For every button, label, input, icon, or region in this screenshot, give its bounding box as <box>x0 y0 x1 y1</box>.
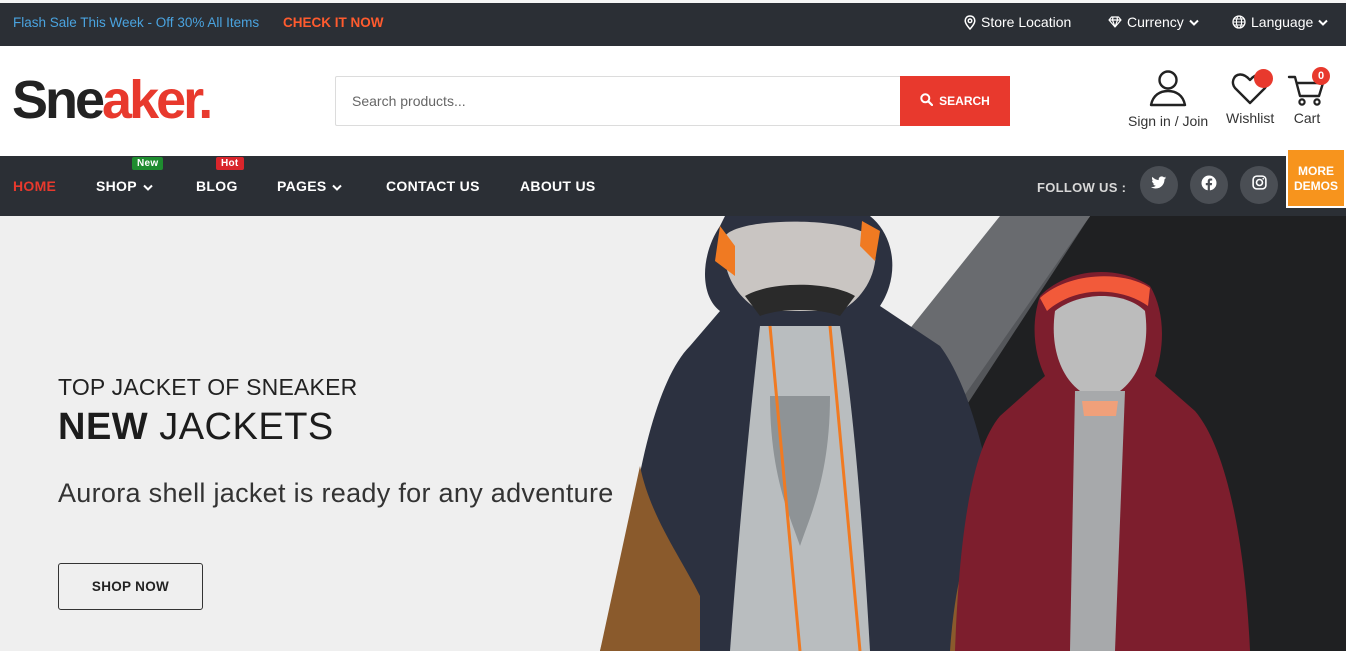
store-location-link[interactable]: Store Location <box>964 14 1071 30</box>
cart-icon: 0 <box>1287 67 1330 108</box>
hero-title-bold: NEW <box>58 406 149 448</box>
nav-item-shop[interactable]: New SHOP <box>96 157 164 194</box>
instagram-link[interactable] <box>1240 166 1278 204</box>
user-icon <box>1148 68 1188 111</box>
twitter-link[interactable] <box>1140 166 1178 204</box>
wishlist-badge <box>1254 69 1274 88</box>
signin-link[interactable]: Sign in / Join <box>1128 68 1208 129</box>
more-demos-button[interactable]: MORE DEMOS <box>1286 148 1346 208</box>
twitter-icon <box>1151 175 1167 195</box>
hero-description: Aurora shell jacket is ready for any adv… <box>58 478 614 508</box>
chevron-down-icon <box>143 178 153 194</box>
site-header: Sneaker. SEARCH Sign in / Join Wishlist … <box>0 46 1346 156</box>
map-pin-icon <box>964 14 976 30</box>
globe-icon <box>1232 15 1246 29</box>
hero-banner: TOP JACKET OF SNEAKER NEW JACKETS Aurora… <box>0 216 1346 651</box>
logo-text-main: Sne <box>12 70 105 130</box>
nav-item-contact-us[interactable]: CONTACT US <box>386 178 480 194</box>
diamond-icon <box>1108 16 1122 28</box>
signin-label: Sign in / Join <box>1128 113 1209 129</box>
currency-label: Currency <box>1127 14 1184 30</box>
promo-text: Flash Sale This Week - Off 30% All Items <box>13 15 260 30</box>
cart-link[interactable]: 0 Cart <box>1287 67 1330 126</box>
language-dropdown[interactable]: Language <box>1232 14 1329 30</box>
hero-title: NEW JACKETS <box>58 406 334 449</box>
heart-icon <box>1230 68 1274 108</box>
main-navigation: HOME New SHOP Hot BLOG PAGES CONTACT US … <box>0 156 1346 216</box>
chevron-down-icon <box>1318 19 1329 26</box>
facebook-link[interactable] <box>1190 166 1228 204</box>
hero-title-rest: JACKETS <box>148 406 334 448</box>
currency-dropdown[interactable]: Currency <box>1108 14 1199 30</box>
more-demos-line1: MORE <box>1298 164 1334 178</box>
nav-item-shop-label: SHOP <box>96 178 137 194</box>
instagram-icon <box>1251 175 1267 195</box>
wishlist-label: Wishlist <box>1226 110 1275 126</box>
facebook-icon <box>1201 175 1217 196</box>
check-it-now-link[interactable]: CHECK IT NOW <box>283 15 384 30</box>
new-badge: New <box>132 157 164 170</box>
nav-item-pages-label: PAGES <box>277 178 327 194</box>
nav-item-home[interactable]: HOME <box>13 178 56 194</box>
search-icon <box>920 93 934 109</box>
hot-badge: Hot <box>216 157 244 170</box>
search-button[interactable]: SEARCH <box>900 76 1010 126</box>
nav-item-blog[interactable]: Hot BLOG <box>196 157 244 194</box>
search-button-label: SEARCH <box>939 94 990 108</box>
nav-item-pages[interactable]: PAGES <box>277 178 343 194</box>
nav-item-blog-label: BLOG <box>196 178 238 194</box>
store-location-label: Store Location <box>981 14 1072 30</box>
cart-count-badge: 0 <box>1312 67 1330 85</box>
site-logo[interactable]: Sneaker. <box>12 69 213 131</box>
search-form: SEARCH <box>335 76 1010 126</box>
chevron-down-icon <box>332 178 343 194</box>
logo-text-middle: ak <box>102 70 159 130</box>
nav-item-about-us[interactable]: ABOUT US <box>520 178 596 194</box>
logo-text-accent: er. <box>156 70 213 130</box>
top-bar: Flash Sale This Week - Off 30% All Items… <box>0 0 1346 46</box>
more-demos-line2: DEMOS <box>1293 179 1338 193</box>
hero-subtitle: TOP JACKET OF SNEAKER <box>58 374 358 400</box>
language-label: Language <box>1251 14 1314 30</box>
wishlist-link[interactable]: Wishlist <box>1226 68 1274 126</box>
cart-label: Cart <box>1293 110 1321 126</box>
chevron-down-icon <box>1189 19 1199 26</box>
search-input[interactable] <box>336 77 901 125</box>
follow-us-label: FOLLOW US : <box>1037 180 1127 195</box>
shop-now-button[interactable]: SHOP NOW <box>58 563 203 610</box>
